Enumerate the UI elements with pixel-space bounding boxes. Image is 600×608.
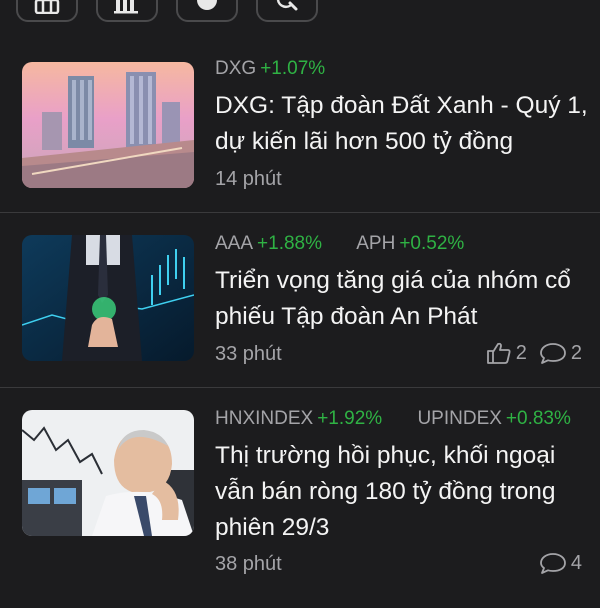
article-title[interactable]: DXG: Tập đoàn Đất Xanh - Quý 1, dự kiến … <box>215 88 590 160</box>
article-title[interactable]: Triển vọng tăng giá của nhóm cổ phiếu Tậ… <box>215 263 590 335</box>
comment-icon <box>539 553 566 574</box>
chart-button[interactable] <box>96 0 158 22</box>
article-time: 38 phút <box>215 553 282 575</box>
comment-count: 2 <box>570 341 582 364</box>
news-card[interactable]: HNXINDEX +1.92% UPINDEX +0.83% Thị trường … <box>0 388 600 608</box>
comment-button[interactable]: 2 <box>539 341 582 365</box>
article-thumbnail <box>22 235 194 361</box>
article-thumbnail <box>22 410 194 536</box>
article-thumbnail <box>22 62 194 188</box>
article-stats: 2 2 <box>474 341 582 365</box>
stock-tag[interactable]: APH +0.52% <box>356 233 464 254</box>
article-time: 14 phút <box>215 168 282 190</box>
article-title[interactable]: Thị trường hồi phục, khối ngoại vẫn bán … <box>215 438 590 546</box>
article-stats: 4 <box>527 551 582 575</box>
stock-tag[interactable]: UPINDEX +0.83% <box>417 408 570 429</box>
home-button[interactable] <box>16 0 78 22</box>
stock-tag[interactable]: DXG +1.07% <box>215 58 325 79</box>
stock-tags: AAA +1.88% APH +0.52% <box>215 233 494 255</box>
news-card[interactable]: AAA +1.88% APH +0.52% Triển vọng tăng giá … <box>0 213 600 387</box>
top-toolbar <box>16 0 586 24</box>
stock-tag[interactable]: AAA +1.88% <box>215 233 322 254</box>
article-time: 33 phút <box>215 343 282 365</box>
profile-button[interactable] <box>176 0 238 22</box>
profile-icon <box>197 0 217 10</box>
like-button[interactable]: 2 <box>486 341 527 365</box>
stock-tags: DXG +1.07% <box>215 58 355 80</box>
comment-count: 4 <box>570 551 582 574</box>
search-button[interactable] <box>256 0 318 22</box>
stock-tag[interactable]: HNXINDEX +1.92% <box>215 408 382 429</box>
comment-icon <box>539 343 566 364</box>
news-card[interactable]: DXG +1.07% DXG: Tập đoàn Đất Xanh - Quý 1… <box>0 38 600 212</box>
comment-button[interactable]: 4 <box>539 551 582 575</box>
home-icon <box>34 0 60 14</box>
thumbs-up-icon <box>486 342 511 364</box>
stock-tags: HNXINDEX +1.92% UPINDEX +0.83% <box>215 408 600 430</box>
bar-chart-icon <box>114 0 138 14</box>
search-icon <box>276 0 298 11</box>
like-count: 2 <box>515 341 527 364</box>
